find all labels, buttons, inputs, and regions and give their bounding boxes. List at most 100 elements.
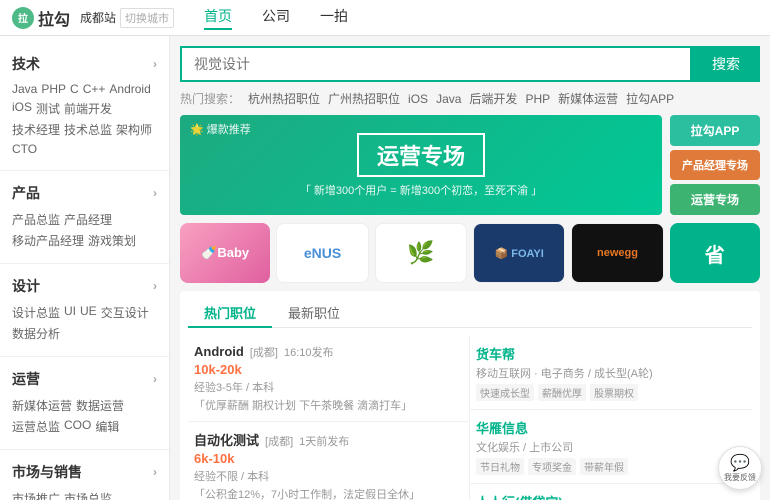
job-title: 自动化测试: [194, 430, 259, 449]
sidebar-tag[interactable]: 技术总监: [64, 121, 112, 138]
banner-side-app[interactable]: 拉勾APP: [670, 115, 760, 146]
chevron-right-icon: ›: [153, 465, 157, 479]
sidebar-tag[interactable]: 市场总监: [64, 490, 112, 500]
sidebar-tag[interactable]: 游戏策划: [88, 232, 136, 249]
main-content: 搜索 热门搜索： 杭州热招职位 广州热招职位 iOS Java 后端开发 PHP…: [170, 36, 770, 500]
sidebar-tag[interactable]: 技术经理: [12, 121, 60, 138]
feedback-button[interactable]: 💬 我要反馈: [718, 446, 762, 490]
hot-tag-java[interactable]: Java: [436, 92, 461, 106]
sidebar-tag[interactable]: COO: [64, 418, 91, 435]
job-title: Android: [194, 344, 244, 359]
sidebar-section-design: 设计 › 设计总监 UI UE 交互设计 数据分析: [0, 266, 169, 354]
tab-new-jobs[interactable]: 最新职位: [272, 299, 356, 328]
app-icons-row: 🍼Baby eNUS 🌿 📦 FOAYI newegg 省: [180, 223, 760, 283]
hot-search-bar: 热门搜索： 杭州热招职位 广州热招职位 iOS Java 后端开发 PHP 新媒…: [180, 90, 760, 107]
job-time: 1天前发布: [299, 433, 349, 449]
hot-tag-newmedia[interactable]: 新媒体运营: [558, 90, 618, 107]
city-switch-button[interactable]: 切换城市: [120, 8, 174, 28]
app-icon-foayi[interactable]: 📦 FOAYI: [473, 223, 565, 283]
sidebar-design-header[interactable]: 设计 ›: [12, 272, 157, 300]
hot-tag-backend[interactable]: 后端开发: [469, 90, 517, 107]
sidebar-section-marketing: 市场与销售 › 市场推广 市场总监 市场策划 BD 销售总监: [0, 452, 169, 500]
banner-main-title: 运营专场: [357, 133, 485, 177]
app-icon-enus[interactable]: eNUS: [276, 223, 368, 283]
sidebar-tag[interactable]: iOS: [12, 100, 32, 117]
job-tag: 专项奖金: [528, 458, 576, 475]
sidebar-tag[interactable]: 运营总监: [12, 418, 60, 435]
app-icon-label: 省: [705, 239, 725, 268]
job-tags: 节日礼物 专项奖金 带薪年假: [476, 458, 746, 475]
hot-tag-php[interactable]: PHP: [525, 92, 550, 106]
job-location: [成都]: [265, 433, 293, 449]
job-item[interactable]: Android [成都] 16:10发布 10k-20k 经验3-5年 / 本科…: [188, 336, 469, 422]
sidebar-tag[interactable]: UI: [64, 304, 76, 321]
nav-yipai[interactable]: 一拍: [320, 6, 348, 30]
banner-side-product[interactable]: 产品经理专场: [670, 150, 760, 181]
sidebar-tag[interactable]: 产品总监: [12, 211, 60, 228]
job-tag: 薪酬优厚: [538, 384, 586, 401]
jobs-grid: Android [成都] 16:10发布 10k-20k 经验3-5年 / 本科…: [188, 336, 752, 500]
chevron-right-icon: ›: [153, 57, 157, 71]
sidebar-tag[interactable]: 产品经理: [64, 211, 112, 228]
sidebar-tag[interactable]: 市场推广: [12, 490, 60, 500]
app-icon-sheng[interactable]: 省: [670, 223, 760, 283]
app-icon-label: newegg: [597, 247, 638, 259]
job-company-item[interactable]: 华雁信息 文化娱乐 / 上市公司 节日礼物 专项奖金 带薪年假: [470, 410, 752, 484]
sidebar-tag[interactable]: PHP: [41, 82, 66, 96]
nav-company[interactable]: 公司: [262, 6, 290, 30]
sidebar-tag[interactable]: 测试: [36, 100, 60, 117]
logo[interactable]: 拉 拉勾: [12, 6, 70, 30]
sidebar-tag[interactable]: 设计总监: [12, 304, 60, 321]
chat-icon: 💬: [730, 453, 750, 473]
job-company-item[interactable]: 货车帮 移动互联网 · 电子商务 / 成长型(A轮) 快速成长型 薪酬优厚 股票…: [470, 336, 752, 410]
sidebar-tag[interactable]: 前端开发: [64, 100, 112, 117]
search-button[interactable]: 搜索: [692, 46, 760, 82]
nav-home[interactable]: 首页: [204, 6, 232, 30]
sidebar-tag[interactable]: 编辑: [95, 418, 119, 435]
sidebar-tag[interactable]: 数据分析: [12, 325, 60, 342]
chevron-right-icon: ›: [153, 279, 157, 293]
sidebar-tag[interactable]: 架构师: [116, 121, 152, 138]
job-company-name: 华雁信息: [476, 418, 746, 437]
hot-tag-guangzhou[interactable]: 广州热招职位: [328, 90, 400, 107]
banner-side: 拉勾APP 产品经理专场 运营专场: [670, 115, 760, 215]
app-icon-label: 📦 FOAYI: [494, 247, 543, 260]
job-tag: 股票期权: [590, 384, 638, 401]
jobs-section: 热门职位 最新职位 Android [成都] 16:10发布 10k-20k 经…: [180, 291, 760, 500]
app-icon-baby[interactable]: 🍼Baby: [180, 223, 270, 283]
sidebar-tag[interactable]: CTO: [12, 142, 37, 156]
job-company-item[interactable]: 人人行(借贷宝): [470, 484, 752, 500]
job-tags: 快速成长型 薪酬优厚 股票期权: [476, 384, 746, 401]
sidebar-product-header[interactable]: 产品 ›: [12, 179, 157, 207]
hot-tag-hangzhou[interactable]: 杭州热招职位: [248, 90, 320, 107]
main-nav: 首页 公司 一拍: [204, 6, 348, 30]
city-label: 成都站: [80, 9, 116, 26]
sidebar-marketing-header[interactable]: 市场与销售 ›: [12, 458, 157, 486]
sidebar-tag[interactable]: UE: [80, 304, 97, 321]
job-item[interactable]: 自动化测试 [成都] 1天前发布 6k-10k 经验不限 / 本科 「公积金12…: [188, 422, 469, 500]
job-desc: 「公积金12%，7小时工作制，法定假日全休」: [194, 486, 463, 500]
job-company-type: 移动互联网 · 电子商务 / 成长型(A轮): [476, 365, 746, 381]
sidebar-tag[interactable]: 移动产品经理: [12, 232, 84, 249]
app-icon-leaf[interactable]: 🌿: [375, 223, 467, 283]
hot-search-label: 热门搜索：: [180, 90, 240, 107]
sidebar-tech-header[interactable]: 技术 ›: [12, 50, 157, 78]
logo-icon: 拉: [12, 7, 34, 29]
sidebar-tag[interactable]: C: [70, 82, 79, 96]
hot-tag-ios[interactable]: iOS: [408, 92, 428, 106]
sidebar-tag[interactable]: 交互设计: [101, 304, 149, 321]
sidebar-tag[interactable]: 数据运营: [76, 397, 124, 414]
app-icon-newegg[interactable]: newegg: [571, 223, 663, 283]
banner-side-operations[interactable]: 运营专场: [670, 184, 760, 215]
sidebar-section-operations: 运营 › 新媒体运营 数据运营 运营总监 COO 编辑: [0, 359, 169, 447]
sidebar-tag[interactable]: Java: [12, 82, 37, 96]
hot-tag-lagou-app[interactable]: 拉勾APP: [626, 90, 674, 107]
search-input[interactable]: [180, 46, 692, 82]
sidebar-tag[interactable]: 新媒体运营: [12, 397, 72, 414]
banner-main[interactable]: 🌟 爆款推荐 运营专场 「 新增300个用户 = 新增300个初恋，至死不渝 」: [180, 115, 662, 215]
search-bar: 搜索: [180, 46, 760, 82]
tab-hot-jobs[interactable]: 热门职位: [188, 299, 272, 328]
sidebar-operations-header[interactable]: 运营 ›: [12, 365, 157, 393]
sidebar-tag[interactable]: C++: [83, 82, 106, 96]
sidebar-tag[interactable]: Android: [109, 82, 150, 96]
